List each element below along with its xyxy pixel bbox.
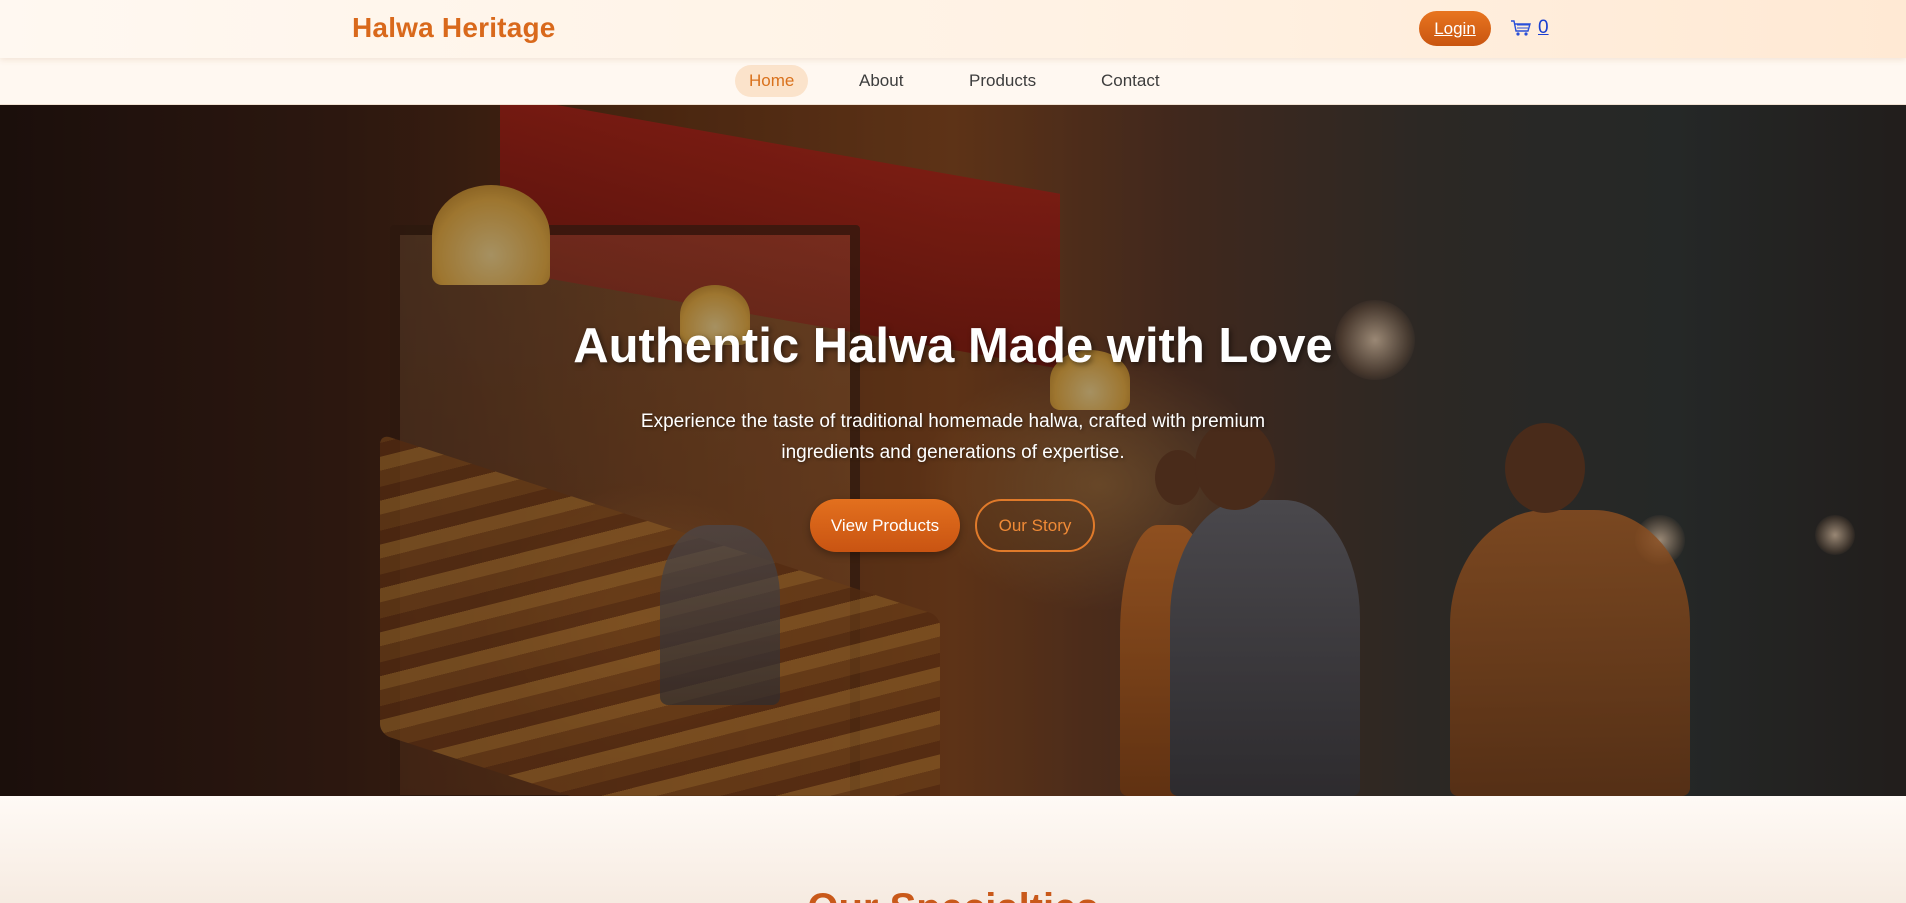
nav-item-about[interactable]: About xyxy=(845,65,917,97)
shopping-cart-icon xyxy=(1510,19,1532,37)
nav-item-home[interactable]: Home xyxy=(735,65,809,97)
hero-section: Authentic Halwa Made with Love Experienc… xyxy=(0,105,1906,796)
our-story-button[interactable]: Our Story xyxy=(975,499,1095,552)
hero-subtitle: Experience the taste of traditional home… xyxy=(640,411,1266,463)
login-button[interactable]: Login xyxy=(1419,11,1491,46)
main-nav: Home About Products Contact xyxy=(0,58,1906,105)
nav-item-products[interactable]: Products xyxy=(955,65,1050,97)
cart-count: 0 xyxy=(1538,17,1549,38)
specialties-section: Our Specialties xyxy=(0,796,1906,903)
hero-content: Authentic Halwa Made with Love Experienc… xyxy=(0,105,1906,796)
nav-item-contact[interactable]: Contact xyxy=(1087,65,1174,97)
top-header: Halwa Heritage Login 0 xyxy=(0,0,1906,58)
view-products-button[interactable]: View Products xyxy=(810,499,960,552)
hero-title: Authentic Halwa Made with Love xyxy=(573,319,1333,373)
brand-logo[interactable]: Halwa Heritage xyxy=(352,12,556,44)
cart-link[interactable]: 0 xyxy=(1510,15,1549,41)
specialties-title: Our Specialties xyxy=(0,886,1906,903)
